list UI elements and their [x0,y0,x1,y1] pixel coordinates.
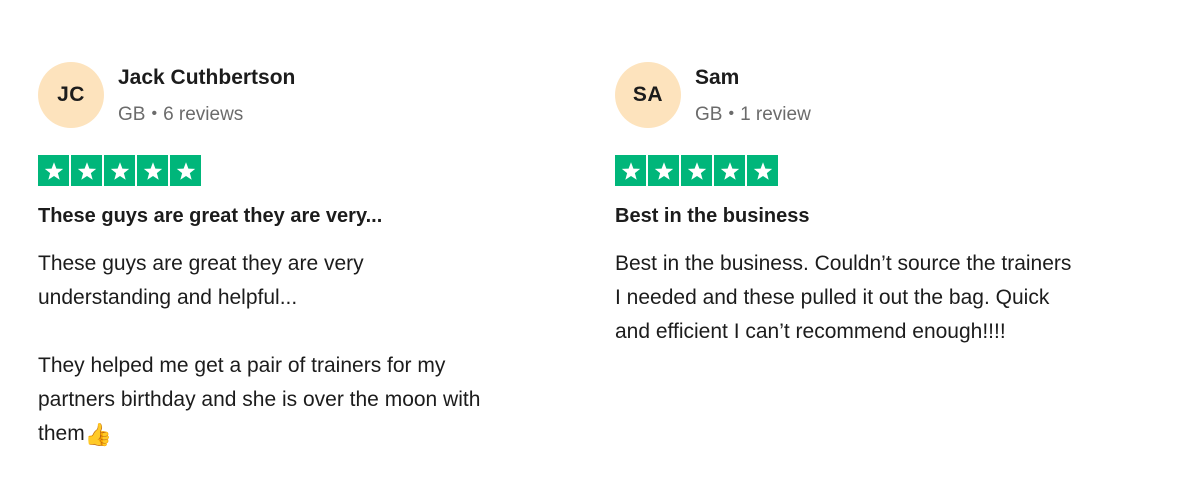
reviewer-review-count: 6 reviews [163,104,244,125]
review-body: Best in the business. Couldn’t source th… [615,247,1175,349]
star-rating [38,155,588,186]
separator-dot-icon: • [728,105,735,122]
reviewer-country: GB [695,104,723,125]
avatar[interactable]: SA [615,62,681,128]
star-icon [681,155,712,186]
reviewer-info: GB • 6 reviews [118,104,295,126]
star-icon [170,155,201,186]
star-icon [137,155,168,186]
review-header: JC Jack Cuthbertson GB • 6 reviews [38,62,588,128]
star-icon [38,155,69,186]
review-header: SA Sam GB • 1 review [615,62,1175,128]
star-icon [747,155,778,186]
star-icon [71,155,102,186]
review-body-text: Best in the business. Couldn’t source th… [615,252,1072,343]
review-body-text: These guys are great they are very under… [38,252,481,445]
review-title[interactable]: Best in the business [615,205,1175,228]
reviewer-info: GB • 1 review [695,104,811,126]
avatar[interactable]: JC [38,62,104,128]
thumbs-up-icon: 👍 [84,422,113,447]
separator-dot-icon: • [151,105,158,122]
review-title[interactable]: These guys are great they are very... [38,205,588,228]
star-icon [648,155,679,186]
reviewer-country: GB [118,104,146,125]
reviewer-name[interactable]: Sam [695,66,811,90]
star-icon [104,155,135,186]
reviewer-meta: Jack Cuthbertson GB • 6 reviews [118,62,295,126]
star-icon [714,155,745,186]
review-card: JC Jack Cuthbertson GB • 6 reviews These g… [38,62,588,452]
reviewer-meta: Sam GB • 1 review [695,62,811,126]
reviewer-name[interactable]: Jack Cuthbertson [118,66,295,90]
reviewer-review-count: 1 review [740,104,811,125]
review-body: These guys are great they are very under… [38,247,588,452]
star-rating [615,155,1175,186]
star-icon [615,155,646,186]
review-card: SA Sam GB • 1 review Best in the business … [615,62,1175,349]
